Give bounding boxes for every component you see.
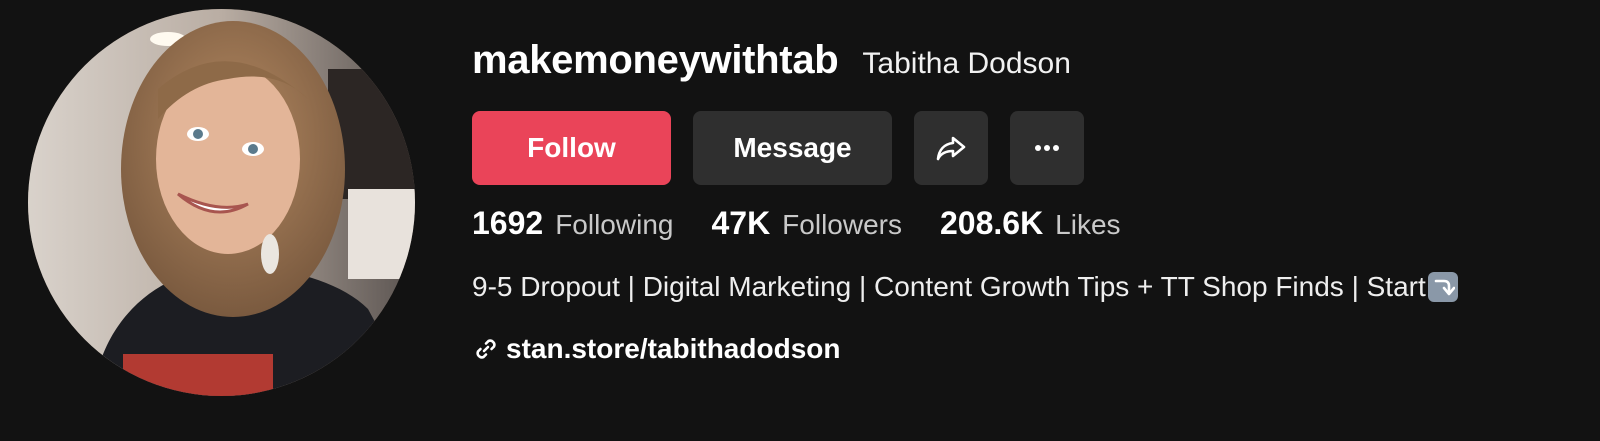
profile-link[interactable]: stan.store/tabithadodson (472, 333, 840, 365)
arrow-down-emoji-icon (1427, 272, 1458, 302)
link-icon (476, 339, 496, 359)
profile-photo (28, 9, 415, 396)
stat-value: 47K (711, 205, 771, 241)
bio-text: 9-5 Dropout | Digital Marketing | Conten… (472, 271, 1426, 302)
stat-value: 1692 (472, 205, 544, 241)
more-dots-icon (1035, 145, 1059, 151)
stat-following[interactable]: 1692 Following (472, 205, 673, 242)
more-button[interactable] (1010, 111, 1084, 185)
name-row: makemoneywithtab Tabitha Dodson (472, 38, 1071, 83)
stat-likes: 208.6K Likes (940, 205, 1121, 242)
stat-label: Followers (782, 209, 902, 240)
link-text: stan.store/tabithadodson (506, 333, 841, 364)
share-arrow-icon (936, 136, 966, 161)
username: makemoneywithtab (472, 38, 839, 82)
share-button[interactable] (914, 111, 988, 185)
display-name: Tabitha Dodson (862, 47, 1071, 80)
stats-row: 1692 Following 47K Followers 208.6K Like… (472, 205, 1159, 242)
action-buttons: Follow Message (472, 111, 1084, 185)
stat-followers[interactable]: 47K Followers (711, 205, 902, 242)
follow-button[interactable]: Follow (472, 111, 671, 185)
stat-label: Likes (1055, 209, 1121, 240)
avatar[interactable] (28, 9, 415, 396)
message-button[interactable]: Message (693, 111, 892, 185)
stat-value: 208.6K (939, 205, 1044, 241)
bio: 9-5 Dropout | Digital Marketing | Conten… (472, 271, 1458, 303)
stat-label: Following (555, 209, 674, 240)
